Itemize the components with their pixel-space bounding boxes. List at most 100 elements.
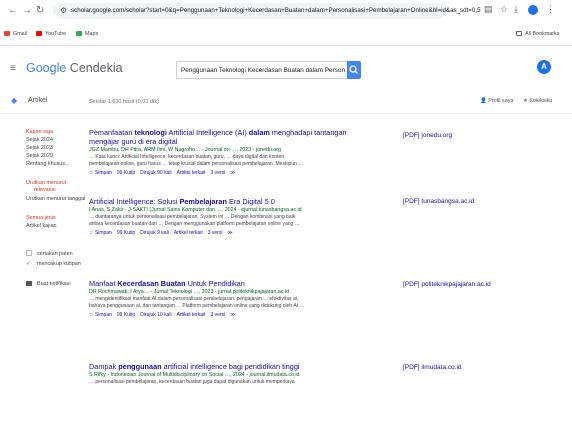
result-snippet: antara kecerdasan buatan dan … Dengan me… xyxy=(89,221,300,227)
forward-arrow-icon[interactable]: → xyxy=(22,6,32,16)
sort-by-date[interactable]: Urutkan menurut tanggal xyxy=(26,196,85,203)
result-item: Dampak penggunaan artificial intelligenc… xyxy=(89,362,389,386)
save-link[interactable]: ☆ Simpan xyxy=(89,312,112,318)
cite-link[interactable]: 99 Kutip xyxy=(117,170,135,176)
more-link[interactable]: ≫ xyxy=(227,230,232,236)
sort-relevance-2[interactable]: relevansi xyxy=(34,187,56,194)
result-title[interactable]: Manfaat Kecerdasan Buatan Untuk Pendidik… xyxy=(89,279,389,288)
cited-by-link[interactable]: Dirujuk 10 kali xyxy=(140,312,171,318)
include-citations[interactable]: ✓ mencakup kutipan xyxy=(26,261,81,268)
more-link[interactable]: ≫ xyxy=(230,170,235,176)
citations-check-icon[interactable]: ✓ xyxy=(26,261,32,268)
result-title-line2[interactable]: mengajar guru di era digital xyxy=(89,137,389,146)
result-item: Artificial Intelligence: Solusi Pembelaj… xyxy=(89,197,389,237)
alert-label: Buat notifikasi xyxy=(37,281,71,287)
result-meta: I Anas, S Zakir - J-SAKTI (Jurnal Sains … xyxy=(89,207,302,213)
result-meta: S Rifky - Indonesian Journal of Multidis… xyxy=(89,372,300,378)
versions-link[interactable]: 3 versi xyxy=(211,312,226,318)
bookmark-star-icon[interactable]: ☆ xyxy=(500,4,508,14)
person-icon: 👤 xyxy=(480,98,489,104)
bookmark-label: Gmail xyxy=(13,31,28,37)
maps-icon xyxy=(76,31,82,36)
account-avatar[interactable]: A xyxy=(537,60,551,74)
youtube-icon xyxy=(36,31,42,36)
result-snippet: … diantaranya untuk personalisasi pembel… xyxy=(89,214,296,220)
include-patents[interactable]: sertakan paten xyxy=(26,250,73,258)
google-cendekia-logo[interactable]: Google Cendekia xyxy=(26,61,123,75)
artikel-diamond-icon: ◆ xyxy=(11,96,18,105)
filter-custom-range[interactable]: Rentang khusus... xyxy=(26,161,69,168)
bookmarks-bar: Gmail YouTube Maps All Bookmarks xyxy=(0,28,572,42)
sort-relevance-1[interactable]: Urutkan menurut xyxy=(26,180,66,187)
create-alert[interactable]: Buat notifikasi xyxy=(26,281,71,288)
versions-link[interactable]: 3 versi xyxy=(208,230,223,236)
result-snippet: pembelajaran online, guru harus … tetap … xyxy=(89,161,304,167)
cite-link[interactable]: 99 Kutip xyxy=(117,312,135,318)
search-input[interactable] xyxy=(181,62,345,78)
type-all[interactable]: Semua jenis xyxy=(26,215,56,222)
translate-icon[interactable]: ▤ xyxy=(484,4,493,14)
back-arrow-icon[interactable]: ← xyxy=(8,6,18,16)
bookmark-maps[interactable]: Maps xyxy=(76,31,98,38)
tab-artikel[interactable]: Artikel xyxy=(28,96,47,106)
result-snippet: bahaya penggunaan ai, dan tantangan … Pl… xyxy=(89,303,305,309)
save-link[interactable]: ☆ Simpan xyxy=(89,230,112,236)
profil-saya-link[interactable]: 👤 Profil saya xyxy=(480,97,513,105)
pdf-link[interactable]: [PDF] ilmudata.co.id xyxy=(403,363,462,372)
all-bookmarks-label: All Bookmarks xyxy=(525,31,560,37)
gmail-icon xyxy=(4,31,10,36)
pdf-link[interactable]: [PDF] tunasbangsa.ac.id xyxy=(403,197,474,206)
result-title[interactable]: Artificial Intelligence: Solusi Pembelaj… xyxy=(89,197,389,206)
versions-link[interactable]: 3 versi xyxy=(211,170,226,176)
search-box xyxy=(176,61,348,79)
related-link[interactable]: Artikel terkait xyxy=(174,230,203,236)
download-icon[interactable]: ⤓ xyxy=(514,4,518,14)
cite-link[interactable]: 99 Kutip xyxy=(117,230,135,236)
koleksi-label: Koleksiku xyxy=(529,98,553,104)
result-actions: ☆ Simpan 99 Kutip Dirujuk 90 kali Artikel t… xyxy=(89,169,389,177)
bookmark-youtube[interactable]: YouTube xyxy=(36,31,66,38)
folder-icon xyxy=(516,31,522,36)
filter-since-2023[interactable]: Sejak 2023 xyxy=(26,145,53,152)
hamburger-menu-icon[interactable]: ≡ xyxy=(10,64,16,74)
result-snippet: … personalisasi pembelajaran, kecerdasan… xyxy=(89,379,295,385)
pdf-link[interactable]: [PDF] politeknikpajajaran.ac.id xyxy=(403,280,491,289)
search-icon xyxy=(349,65,358,74)
save-link[interactable]: ☆ Simpan xyxy=(89,170,112,176)
type-review[interactable]: Artikel kajian xyxy=(26,223,57,230)
filter-any-time[interactable]: Kapan saja xyxy=(26,129,53,136)
pdf-link[interactable]: [PDF] jonedu.org xyxy=(403,131,452,140)
cited-by-link[interactable]: Dirujuk 9 kali xyxy=(140,230,169,236)
more-menu-icon[interactable]: ⋮ xyxy=(546,4,555,14)
patents-checkbox[interactable] xyxy=(26,250,32,256)
related-link[interactable]: Artikel terkait xyxy=(177,312,206,318)
profil-label: Profil saya xyxy=(488,98,514,104)
result-item: Manfaat Kecerdasan Buatan Untuk Pendidik… xyxy=(89,279,389,319)
more-link[interactable]: ≫ xyxy=(230,312,235,318)
envelope-icon xyxy=(26,281,32,286)
cited-by-link[interactable]: Dirujuk 90 kali xyxy=(140,170,171,176)
filter-since-2020[interactable]: Sejak 2020 xyxy=(26,153,53,160)
koleksiku-link[interactable]: ★ Koleksiku xyxy=(523,97,552,105)
url-text[interactable]: scholar.google.com/scholar?start=0&q=Pen… xyxy=(71,7,481,15)
browser-chrome: ← → ↻ ⚙ scholar.google.com/scholar?start… xyxy=(0,0,572,46)
result-meta: DR Rochmawati, I Arya… - Jurnal Teknolog… xyxy=(89,289,290,295)
site-info-icon[interactable]: ⚙ xyxy=(60,6,67,16)
logo-google: Google xyxy=(26,61,67,75)
reload-icon[interactable]: ↻ xyxy=(36,6,44,16)
search-button[interactable] xyxy=(347,61,361,79)
browser-profile-icon[interactable] xyxy=(528,5,538,15)
bookmark-gmail[interactable]: Gmail xyxy=(4,31,27,38)
results-count: Sekitar 1.630 hasil (0,03 dtk) xyxy=(89,99,160,105)
all-bookmarks[interactable]: All Bookmarks xyxy=(516,31,559,38)
result-title[interactable]: Pemanfaatan teknologi Artificial Intelli… xyxy=(89,128,389,137)
result-item: Pemanfaatan teknologi Artificial Intelli… xyxy=(89,128,389,177)
result-title[interactable]: Dampak penggunaan artificial intelligenc… xyxy=(89,362,389,371)
related-link[interactable]: Artikel terkait xyxy=(177,170,206,176)
result-snippet: … mengidentifikasi manfaat AI dalam pers… xyxy=(89,296,299,302)
result-meta: JGZ Mambu, DH Pitra, ARM Ilmi, W Nugroho… xyxy=(89,147,281,153)
result-snippet: … Kata kunci: Artificial Intelligence, k… xyxy=(89,154,285,160)
address-bar[interactable]: ⚙ scholar.google.com/scholar?start=0&q=P… xyxy=(53,3,481,19)
bookmark-label: Maps xyxy=(85,31,99,37)
filter-since-2024[interactable]: Sejak 2024 xyxy=(26,137,53,144)
